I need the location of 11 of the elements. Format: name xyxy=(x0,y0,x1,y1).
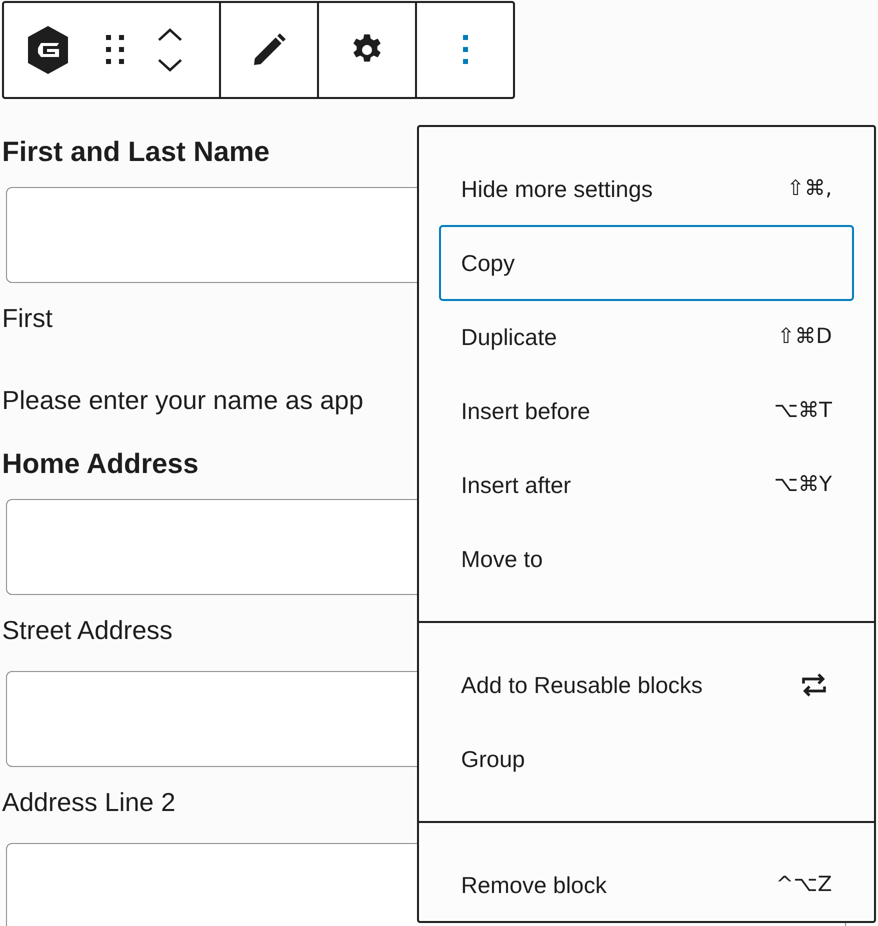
field-label: Home Address xyxy=(2,448,199,479)
field-label: First and Last Name xyxy=(2,136,270,167)
sub-label: First xyxy=(2,303,53,333)
sub-label: Address Line 2 xyxy=(2,787,176,817)
shortcut-text: ⇧⌘, xyxy=(786,175,832,202)
shortcut-text: ⌥⌘T xyxy=(774,397,832,424)
shortcut-text: ⌥⌘Y xyxy=(774,471,832,498)
field-description: Please enter your name as app xyxy=(2,385,364,415)
sub-label: Street Address xyxy=(2,615,173,645)
shortcut-text: ^⌥Z xyxy=(776,871,832,898)
shortcut-text: ⇧⌘D xyxy=(777,323,832,350)
